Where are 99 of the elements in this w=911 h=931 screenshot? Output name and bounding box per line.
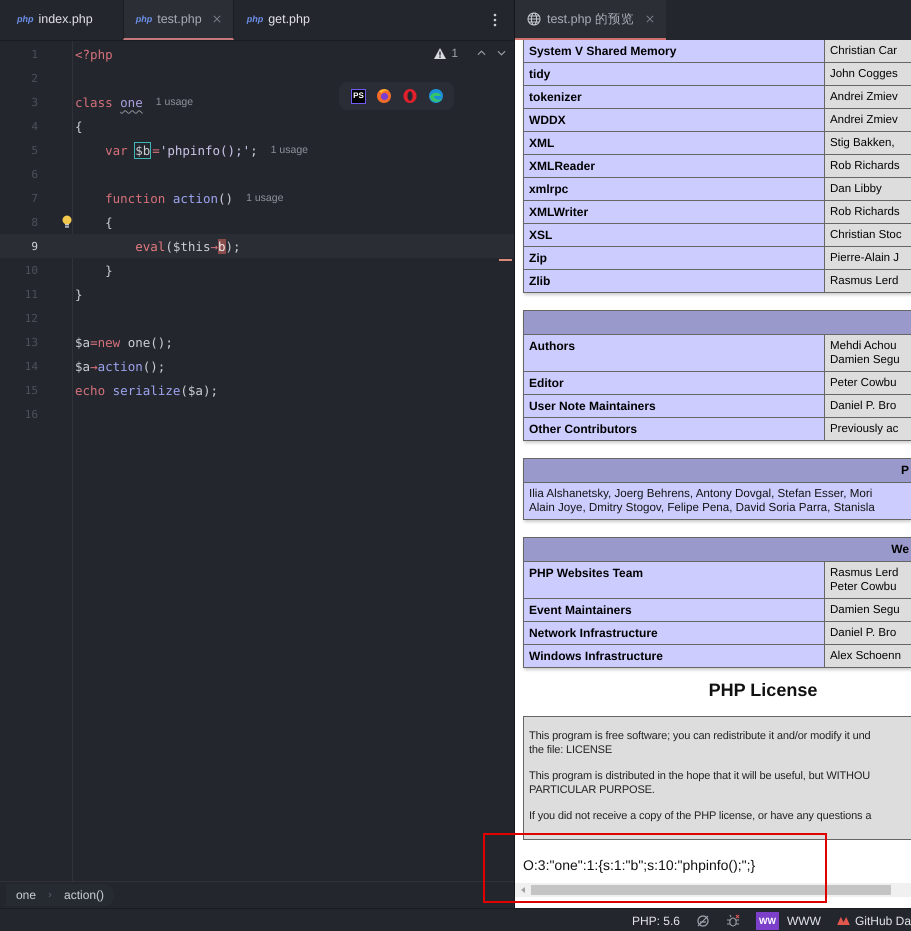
file-tab[interactable]: php get.php	[236, 0, 320, 40]
table-cell: Daniel P. Bro	[824, 394, 911, 418]
table-cell: Andrei Zmiev	[824, 86, 911, 108]
license-paragraph: This program is free software; you can redistribute it and/or modify it und the file: LICENSE	[529, 729, 872, 757]
function-name: serialize	[112, 382, 180, 398]
table-cell: Peter Cowbu	[824, 372, 911, 394]
php-file-icon: php	[246, 14, 264, 24]
line-number: 9	[30, 240, 38, 252]
preview-tab[interactable]: test.php 的预览	[515, 0, 666, 40]
table-cell: John Cogges	[824, 62, 911, 86]
license-paragraph: If you did not receive a copy of the PHP license, or have any questions a	[529, 809, 872, 823]
breadcrumb-item[interactable]: action()	[64, 888, 104, 902]
code-text: ();	[142, 358, 166, 374]
code-keyword: new	[98, 334, 120, 350]
code-keyword: <?php	[75, 46, 113, 62]
code-operator: =	[90, 334, 98, 350]
caret-character: b	[218, 238, 226, 254]
table-cell: Rasmus Lerd	[824, 270, 911, 292]
table-cell: Christian Car	[824, 40, 911, 62]
table-cell: XMLReader	[524, 154, 824, 178]
highlighted-variable: $b	[135, 142, 150, 158]
code-text: {	[104, 214, 113, 230]
table-cell: PHP Websites Team	[524, 562, 824, 598]
code-text: );	[226, 238, 241, 254]
table-cell: Christian Stoc	[824, 224, 911, 246]
table-cell: Pierre-Alain J	[824, 246, 911, 270]
code-text: ($this	[165, 238, 210, 254]
code-text: $a	[75, 358, 90, 374]
license-paragraph: This program is distributed in the hope that it will be useful, but WITHOU PARTICULAR PURPOSE.	[529, 769, 872, 797]
phpstorm-icon[interactable]: PS	[351, 88, 366, 104]
usage-hint: 1 usage	[156, 96, 194, 108]
code-keyword: echo	[75, 382, 106, 398]
tab-label: test.php	[157, 12, 202, 26]
server-label[interactable]: WWW	[786, 914, 821, 928]
code-operator: =	[152, 142, 160, 158]
table-cell: Windows Infrastructure	[524, 644, 824, 668]
table-cell: Andrei Zmiev	[824, 108, 911, 132]
table-cell: Previously ac	[824, 418, 911, 440]
file-tab[interactable]: php test.php	[122, 0, 234, 40]
table-cell: User Note Maintainers	[524, 394, 824, 418]
table-cell: System V Shared Memory	[524, 40, 824, 62]
class-name: one	[120, 94, 143, 110]
table-cell: Rasmus Lerd Peter Cowbu	[824, 562, 911, 598]
license-heading: PHP License	[708, 680, 818, 701]
breadcrumb-item[interactable]: one	[16, 888, 36, 902]
github-label[interactable]: GitHub Da	[854, 914, 911, 928]
table-cell: Damien Segu	[824, 598, 911, 622]
usage-hint: 1 usage	[246, 192, 284, 204]
table-cell: Alex Schoenn	[824, 644, 911, 668]
table-cell: Rob Richards	[824, 154, 911, 178]
code-keyword: function	[104, 190, 166, 206]
php-version[interactable]: PHP: 5.6	[632, 914, 680, 928]
table-cell: Stig Bakken,	[824, 132, 911, 154]
code-text: ($a);	[180, 382, 218, 398]
table-cell: tokenizer	[524, 86, 824, 108]
table-cell: Daniel P. Bro	[824, 622, 911, 644]
function-name: action	[172, 190, 218, 206]
code-text: {	[75, 118, 83, 134]
table-cell: Dan Libby	[824, 178, 911, 200]
code-text: $a	[75, 334, 90, 350]
table-cell: xmlrpc	[524, 178, 824, 200]
table-cell: XMLWriter	[524, 200, 824, 224]
tab-label: get.php	[268, 12, 310, 26]
serialized-output: O:3:"one":1:{s:1:"b";s:10:"phpinfo();";}	[523, 857, 756, 873]
code-operator: →	[90, 358, 98, 374]
table-cell: tidy	[524, 62, 824, 86]
table-cell: Event Maintainers	[524, 598, 824, 622]
code-text: one();	[126, 334, 173, 350]
code-text: }	[104, 262, 113, 278]
file-tab[interactable]: php index.php	[7, 0, 103, 40]
code-text: }	[75, 286, 83, 302]
code-keyword: class	[75, 94, 114, 110]
table-cell: XSL	[524, 224, 824, 246]
table-cell: Editor	[524, 372, 824, 394]
ww-badge[interactable]: WW	[756, 912, 779, 930]
table-cell: Ilia Alshanetsky, Joerg Behrens, Antony Dovgal, Stefan Esser, Mori Alain Joye, Dmitry Stogov, Felipe Pena, David Soria Parra, Stanisla	[524, 482, 911, 520]
php-file-icon: php	[17, 14, 34, 24]
warning-count: 1	[451, 46, 458, 60]
table-cell: Zip	[524, 246, 824, 270]
code-keyword: var	[104, 142, 129, 158]
table-cell: WDDX	[524, 108, 824, 132]
code-string: 'phpinfo();'	[160, 142, 250, 158]
table-cell: Other Contributors	[524, 418, 824, 440]
code-text: ()	[218, 190, 234, 206]
code-operator: →	[210, 238, 218, 254]
table-cell: Mehdi Achou Damien Segu	[824, 334, 911, 372]
table-cell: Zlib	[524, 270, 824, 292]
table-cell: XML	[524, 132, 824, 154]
table-header: We	[524, 538, 911, 562]
table-cell: Authors	[524, 334, 824, 372]
tab-label: index.php	[38, 12, 93, 26]
table-cell: Network Infrastructure	[524, 622, 824, 644]
function-name: action	[98, 358, 143, 374]
code-function: eval	[134, 238, 166, 254]
usage-hint: 1 usage	[270, 144, 308, 156]
php-file-icon: php	[136, 14, 152, 24]
table-cell: Rob Richards	[824, 200, 911, 224]
code-text: ;	[250, 142, 258, 158]
table-header: P	[524, 458, 911, 482]
